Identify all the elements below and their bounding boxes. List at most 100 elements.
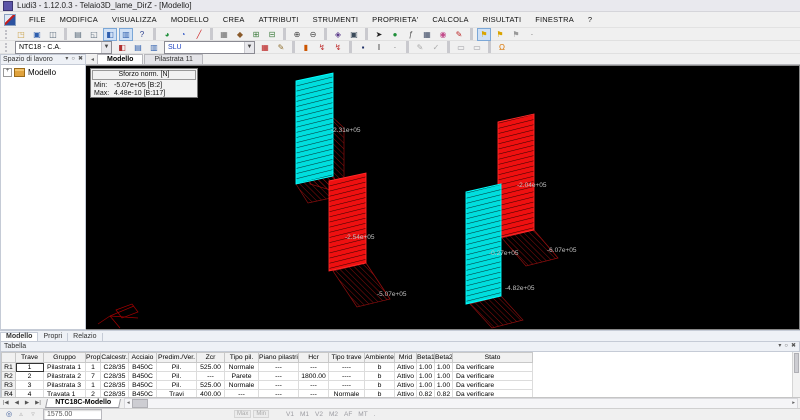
cell-prop[interactable]: 2 xyxy=(86,390,101,398)
pin-icon[interactable]: ○ xyxy=(784,342,788,351)
pointer-icon[interactable]: ➤ xyxy=(372,28,386,41)
cell-acciaio[interactable]: B450C xyxy=(129,390,157,398)
frame-2-icon[interactable]: ▭ xyxy=(470,41,484,54)
toolbar-icon[interactable] xyxy=(488,41,491,53)
color-scale-icon[interactable]: ▮ xyxy=(299,41,313,54)
omega-icon[interactable]: Ω xyxy=(495,41,509,54)
toolbar-icon[interactable] xyxy=(292,41,295,53)
copy-icon[interactable]: ◫ xyxy=(46,28,60,41)
sheet-nav-button[interactable]: ◀ xyxy=(12,400,22,406)
render-colors-icon[interactable]: ◉ xyxy=(436,28,450,41)
toolbar-icon[interactable] xyxy=(365,28,368,40)
save-icon[interactable]: ▣ xyxy=(30,28,44,41)
cell-beta2[interactable]: 0.82 xyxy=(435,390,453,398)
cell-calcestruzzo[interactable]: C28/35 xyxy=(101,363,129,372)
view-report-icon[interactable]: ▥ xyxy=(119,28,133,41)
cell-prop[interactable]: 7 xyxy=(86,372,101,381)
menu-item[interactable]: PROPRIETA' xyxy=(365,13,425,26)
cell-trave[interactable]: 4 xyxy=(16,390,44,398)
column-header[interactable]: Stato xyxy=(453,353,533,363)
scrollbar-thumb[interactable] xyxy=(794,353,799,373)
column-header[interactable]: Beta1 xyxy=(417,353,435,363)
zoom-in-icon[interactable]: ⊕ xyxy=(290,28,304,41)
sheet-nav-button[interactable]: ▶ xyxy=(22,400,32,406)
cell-gruppo[interactable]: Travata 1 xyxy=(44,390,86,398)
pan-minus-icon[interactable]: ⊟ xyxy=(265,28,279,41)
render-globe-icon[interactable]: ◔ xyxy=(176,28,190,41)
column-header[interactable]: Tipo trave xyxy=(329,353,365,363)
column-header[interactable]: Ambiente xyxy=(365,353,395,363)
panel-tab[interactable]: Modello xyxy=(0,332,38,341)
minmax-button[interactable]: Min xyxy=(253,410,269,418)
cell-ambiente[interactable]: b xyxy=(365,372,395,381)
row-header[interactable]: R1 xyxy=(2,363,16,372)
pan-plus-icon[interactable]: ⊞ xyxy=(249,28,263,41)
panel-tab[interactable]: Relazio xyxy=(68,333,102,341)
cell-tipo-trave[interactable]: ---- xyxy=(329,363,365,372)
cell-tipo-trave[interactable]: ---- xyxy=(329,381,365,390)
pin-icon[interactable]: ○ xyxy=(71,55,75,64)
export-up-icon[interactable]: ▵ xyxy=(16,410,26,419)
cell-acciaio[interactable]: B450C xyxy=(129,372,157,381)
cell-hcr[interactable]: --- xyxy=(299,390,329,398)
dropdown-icon[interactable]: ▾ xyxy=(65,55,68,64)
cell-beta1[interactable]: 1.00 xyxy=(417,372,435,381)
sheet-nav-button[interactable]: ▶| xyxy=(32,400,44,406)
column-header[interactable]: Calcestr. xyxy=(101,353,129,363)
tab-scroll-left-icon[interactable]: ◂ xyxy=(86,56,97,64)
row-header[interactable]: R4 xyxy=(2,390,16,398)
column-header[interactable]: Piano pilastri xyxy=(259,353,299,363)
scroll-right-icon[interactable]: ▸ xyxy=(790,400,797,406)
cell-gruppo[interactable]: Pilastrata 3 xyxy=(44,381,86,390)
toolbar-icon[interactable] xyxy=(447,41,450,53)
cell-zcr[interactable]: 400.00 xyxy=(197,390,225,398)
chevron-down-icon[interactable]: ▼ xyxy=(101,42,111,53)
coordinate-value-field[interactable]: 1575.00 xyxy=(43,409,102,420)
row-header[interactable]: R3 xyxy=(2,381,16,390)
cell-piano-pilastri[interactable]: --- xyxy=(259,372,299,381)
check-disabled-icon[interactable]: ✓ xyxy=(429,41,443,54)
cell-mrid[interactable]: Attivo xyxy=(395,363,417,372)
lamp-off-icon[interactable]: ⚑ xyxy=(509,28,523,41)
cell-zcr[interactable]: 525.00 xyxy=(197,363,225,372)
toolbar-icon[interactable] xyxy=(153,28,156,40)
cell-zcr[interactable]: --- xyxy=(197,372,225,381)
table-icon[interactable]: ▦ xyxy=(420,28,434,41)
cell-piano-pilastri[interactable]: --- xyxy=(259,390,299,398)
document-icon[interactable] xyxy=(4,14,16,26)
cell-trave[interactable]: 1 xyxy=(16,363,44,372)
cell-predim[interactable]: Pil. xyxy=(157,372,197,381)
menu-item[interactable]: ? xyxy=(581,13,599,26)
scroll-left-icon[interactable]: ◂ xyxy=(125,400,132,406)
view-tab[interactable]: Modello xyxy=(97,54,143,64)
cell-tipo-pil[interactable]: Normale xyxy=(225,363,259,372)
cell-tipo-trave[interactable]: Normale xyxy=(329,390,365,398)
cell-piano-pilastri[interactable]: --- xyxy=(259,381,299,390)
cell-beta2[interactable]: 1.00 xyxy=(435,381,453,390)
context-help-icon[interactable]: ? xyxy=(135,28,149,41)
cell-beta1[interactable]: 0.82 xyxy=(417,390,435,398)
lamp-icon[interactable]: ⚑ xyxy=(493,28,507,41)
menu-item[interactable]: VISUALIZZA xyxy=(105,13,164,26)
frame-1-icon[interactable]: ▭ xyxy=(454,41,468,54)
close-icon[interactable]: ✖ xyxy=(791,342,796,351)
cell-hcr[interactable]: --- xyxy=(299,363,329,372)
tree-expand-icon[interactable]: + xyxy=(3,68,12,77)
materials-lib-icon[interactable]: ▤ xyxy=(131,41,145,54)
cell-predim[interactable]: Pil. xyxy=(157,363,197,372)
section-cut-icon[interactable]: ƒ xyxy=(404,28,418,41)
cell-ambiente[interactable]: b xyxy=(365,381,395,390)
redline-icon[interactable]: ╱ xyxy=(192,28,206,41)
dot-more-icon[interactable]: · xyxy=(388,41,402,54)
cell-tipo-pil[interactable]: Parete xyxy=(225,372,259,381)
cell-calcestruzzo[interactable]: C28/35 xyxy=(101,381,129,390)
cell-piano-pilastri[interactable]: --- xyxy=(259,363,299,372)
cell-gruppo[interactable]: Pilastrata 1 xyxy=(44,363,86,372)
menu-item[interactable]: RISULTATI xyxy=(476,13,528,26)
column-header[interactable]: Beta2 xyxy=(435,353,453,363)
panel-tab[interactable]: Propri xyxy=(38,333,68,341)
toolbar-icon[interactable] xyxy=(283,28,286,40)
lamp-on-icon[interactable]: ⚑ xyxy=(477,28,491,41)
select-grid-icon[interactable]: ▦ xyxy=(217,28,231,41)
cell-beta2[interactable]: 1.00 xyxy=(435,372,453,381)
